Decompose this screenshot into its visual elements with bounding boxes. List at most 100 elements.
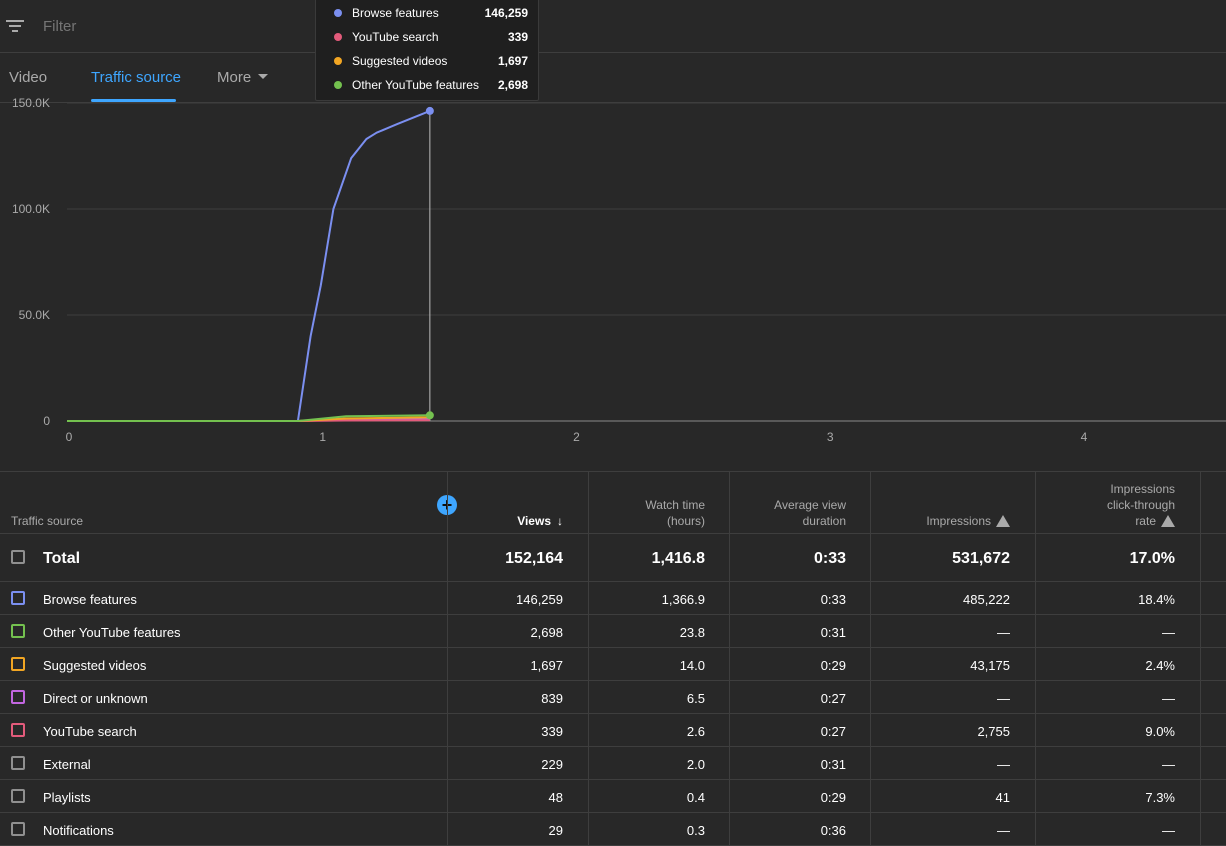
column-divider: [1200, 471, 1201, 846]
cell-views: 48: [548, 790, 563, 805]
warning-icon[interactable]: [996, 515, 1010, 527]
y-tick-label: 100.0K: [12, 202, 50, 216]
row-checkbox[interactable]: [11, 550, 25, 564]
cell-ctr: —: [1162, 625, 1175, 640]
column-divider: [729, 471, 730, 846]
total-row[interactable]: Total 152,164 1,416.8 0:33 531,672 17.0%: [0, 534, 1226, 582]
warning-icon[interactable]: [1161, 515, 1175, 527]
cell-avg-view-duration: 0:36: [820, 823, 846, 838]
table-row[interactable]: External 229 2.0 0:31 — —: [0, 747, 1226, 780]
cell-impressions: 43,175: [970, 658, 1010, 673]
cell-ctr: —: [1162, 823, 1175, 838]
table-row[interactable]: Playlists 48 0.4 0:29 41 7.3%: [0, 780, 1226, 813]
cell-impressions: —: [997, 691, 1010, 706]
header-traffic-source[interactable]: Traffic source: [11, 513, 83, 529]
header-watch-time-line1: Watch time: [645, 498, 705, 512]
cell-avg-view-duration: 0:29: [820, 658, 846, 673]
row-checkbox[interactable]: [11, 690, 25, 704]
cell-watch-time: 0.4: [686, 790, 705, 805]
y-tick-label: 150.0K: [12, 96, 50, 110]
row-label: Notifications: [43, 823, 114, 838]
tooltip-label: Browse features: [352, 6, 439, 20]
tooltip-value: 339: [507, 30, 528, 44]
header-watch-time-line2: (hours): [666, 514, 705, 528]
tooltip-row: Suggested videos 1,697: [334, 53, 528, 69]
header-impressions[interactable]: Impressions: [926, 513, 1010, 529]
cell-views: 229: [541, 757, 563, 772]
cell-ctr: —: [1162, 757, 1175, 772]
row-label: YouTube search: [43, 724, 137, 739]
cell-views: 29: [548, 823, 563, 838]
chart-tooltip: Browse features 146,259 YouTube search 339 S…: [315, 0, 539, 101]
cell-views: 152,164: [505, 550, 563, 567]
table-row[interactable]: YouTube search 339 2.6 0:27 2,755 9.0%: [0, 714, 1226, 747]
series-dot-icon: [334, 33, 342, 41]
header-ctr-line1: Impressions: [1110, 482, 1175, 496]
tooltip-value: 1,697: [497, 54, 528, 68]
row-checkbox[interactable]: [11, 591, 25, 605]
cell-avg-view-duration: 0:31: [820, 757, 846, 772]
cell-avg-view-duration: 0:27: [820, 724, 846, 739]
series-dot-icon: [334, 57, 342, 65]
header-ctr[interactable]: Impressions click-through rate: [1107, 481, 1175, 529]
row-label: Playlists: [43, 790, 91, 805]
header-ctr-line3-wrap: rate: [1107, 513, 1175, 529]
cell-views: 339: [541, 724, 563, 739]
table-row[interactable]: Notifications 29 0.3 0:36 — —: [0, 813, 1226, 846]
tooltip-label: YouTube search: [352, 30, 439, 44]
row-checkbox[interactable]: [11, 723, 25, 737]
table-header: Traffic source + Views↓ Watch time(hours…: [0, 471, 1226, 534]
row-label: Suggested videos: [43, 658, 147, 673]
cell-impressions: —: [997, 823, 1010, 838]
x-tick-label: 2: [573, 430, 580, 444]
cell-ctr: 18.4%: [1138, 592, 1175, 607]
y-tick-label: 0: [43, 414, 50, 428]
cell-ctr: 7.3%: [1145, 790, 1175, 805]
tooltip-row: Other YouTube features 2,698: [334, 77, 528, 93]
header-views-label: Views: [517, 514, 551, 528]
header-impressions-label: Impressions: [926, 514, 991, 528]
series-dot-icon: [334, 81, 342, 89]
cell-impressions: 485,222: [963, 592, 1010, 607]
cell-ctr: 9.0%: [1145, 724, 1175, 739]
cell-ctr: 17.0%: [1129, 550, 1175, 567]
cell-views: 1,697: [530, 658, 563, 673]
row-checkbox[interactable]: [11, 756, 25, 770]
column-divider: [870, 471, 871, 846]
table-row[interactable]: Direct or unknown 839 6.5 0:27 — —: [0, 681, 1226, 714]
header-avg-line1: Average view: [774, 498, 846, 512]
header-views[interactable]: Views ↓: [517, 513, 563, 529]
cell-avg-view-duration: 0:33: [820, 592, 846, 607]
table-row[interactable]: Other YouTube features 2,698 23.8 0:31 — —: [0, 615, 1226, 648]
row-label: Total: [43, 550, 81, 567]
row-label: Direct or unknown: [43, 691, 148, 706]
cell-views: 146,259: [516, 592, 563, 607]
cell-avg-view-duration: 0:27: [820, 691, 846, 706]
hover-point: [425, 106, 434, 115]
cell-avg-view-duration: 0:31: [820, 625, 846, 640]
table-row[interactable]: Browse features 146,259 1,366.9 0:33 485,222…: [0, 582, 1226, 615]
column-divider: [447, 471, 448, 846]
column-divider: [588, 471, 589, 846]
tooltip-row: Browse features 146,259: [334, 5, 528, 21]
row-label: Browse features: [43, 592, 137, 607]
sort-down-arrow-icon: ↓: [557, 514, 563, 528]
row-label: External: [43, 757, 91, 772]
cell-avg-view-duration: 0:33: [813, 550, 846, 567]
table-row[interactable]: Suggested videos 1,697 14.0 0:29 43,175 2.4%: [0, 648, 1226, 681]
cell-ctr: —: [1162, 691, 1175, 706]
row-checkbox[interactable]: [11, 822, 25, 836]
cell-impressions: 2,755: [977, 724, 1010, 739]
header-watch-time[interactable]: Watch time (hours): [645, 497, 705, 529]
row-checkbox[interactable]: [11, 789, 25, 803]
row-checkbox[interactable]: [11, 657, 25, 671]
x-tick-label: 3: [827, 430, 834, 444]
cell-watch-time: 0.3: [686, 823, 705, 838]
row-checkbox[interactable]: [11, 624, 25, 638]
row-label: Other YouTube features: [43, 625, 181, 640]
series-dot-icon: [334, 9, 342, 17]
cell-avg-view-duration: 0:29: [820, 790, 846, 805]
cell-watch-time: 1,416.8: [651, 550, 705, 567]
line-chart[interactable]: 0 50.0K 100.0K 150.0K 0 1 2 3 4: [0, 0, 1226, 471]
header-avg-view-duration[interactable]: Average view duration: [774, 497, 846, 529]
